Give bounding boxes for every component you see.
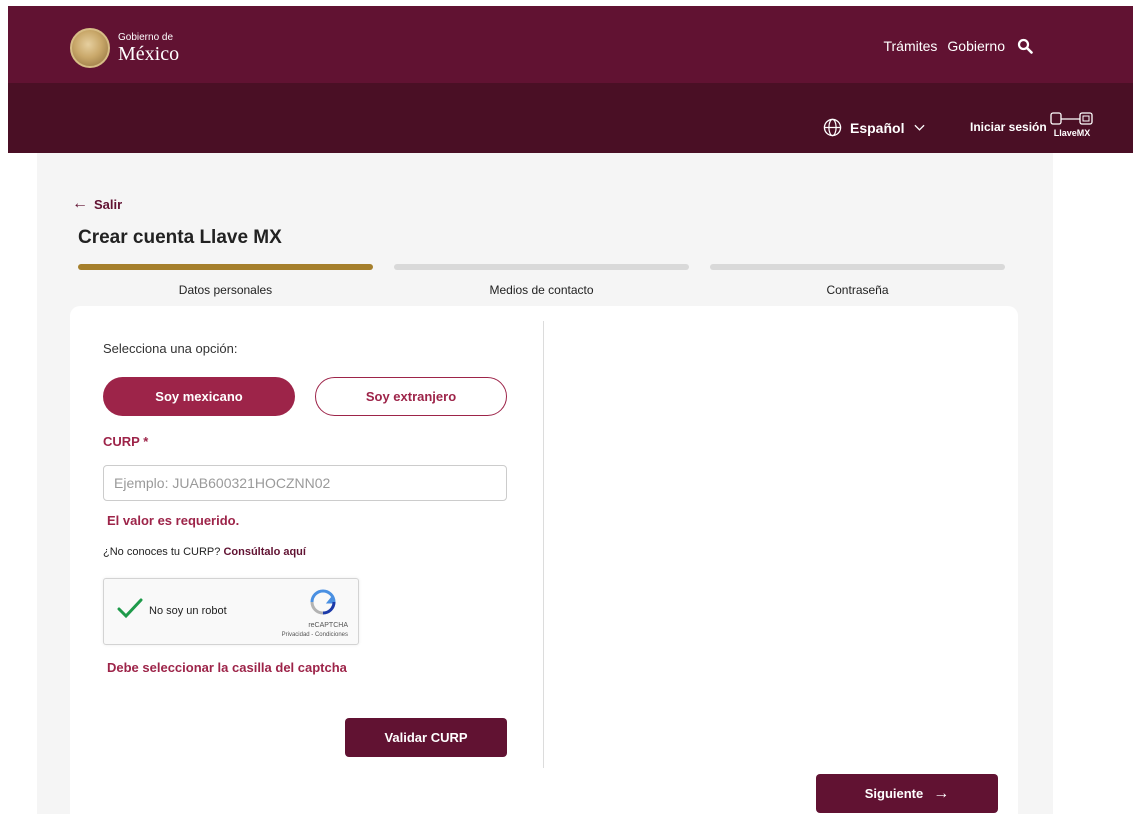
siguiente-button[interactable]: Siguiente →	[816, 774, 998, 813]
gobierno-logo[interactable]: Gobierno de México	[70, 28, 179, 68]
step-bar-2	[394, 264, 689, 270]
back-link[interactable]: ← Salir	[72, 195, 122, 213]
validar-curp-button[interactable]: Validar CURP	[345, 718, 507, 757]
checkmark-icon[interactable]	[117, 597, 143, 619]
soy-mexicano-button[interactable]: Soy mexicano	[103, 377, 295, 416]
language-label: Español	[850, 119, 905, 136]
search-icon[interactable]	[1017, 38, 1033, 54]
soy-extranjero-button[interactable]: Soy extranjero	[315, 377, 507, 416]
curp-error-message: El valor es requerido.	[107, 513, 240, 528]
form-card: Selecciona una opción: Soy mexicano Soy …	[70, 306, 1018, 814]
curp-help: ¿No conoces tu CURP? Consúltalo aquí	[103, 546, 306, 558]
step-label-datos: Datos personales	[178, 283, 273, 297]
llave-mx-logo[interactable]: LlaveMX	[1050, 112, 1094, 138]
recaptcha-terms[interactable]: Privacidad - Condiciones	[282, 632, 348, 638]
recaptcha-brand: reCAPTCHA	[308, 622, 348, 629]
login-link[interactable]: Iniciar sesión	[970, 120, 1047, 134]
national-seal-icon	[70, 28, 110, 68]
arrow-left-icon: ←	[72, 195, 88, 212]
consultalo-link[interactable]: Consúltalo aquí	[223, 546, 306, 558]
back-label: Salir	[94, 196, 123, 212]
select-option-label: Selecciona una opción:	[103, 341, 238, 356]
curp-input[interactable]	[103, 465, 507, 501]
recaptcha-widget: No soy un robot reCAPTCHA Privacidad - C…	[103, 578, 359, 645]
vertical-divider	[543, 321, 544, 768]
globe-icon	[823, 118, 842, 137]
step-bar-3	[710, 264, 1005, 270]
chevron-down-icon	[914, 124, 926, 131]
logo-big-text: México	[118, 42, 180, 65]
top-header: Gobierno de México Trámites Gobierno	[8, 6, 1133, 83]
step-label-contrasena: Contraseña	[826, 283, 889, 297]
llave-logo-text: LlaveMX	[1053, 128, 1091, 138]
sub-header: Español Iniciar sesión LlaveMX	[8, 83, 1133, 153]
logo-small-text: Gobierno de	[118, 31, 174, 43]
captcha-error-message: Debe seleccionar la casilla del captcha	[107, 660, 347, 675]
recaptcha-logo-icon	[310, 589, 336, 615]
curp-help-text: ¿No conoces tu CURP?	[103, 546, 221, 558]
arrow-right-icon: →	[933, 784, 950, 802]
step-label-contacto: Medios de contacto	[489, 283, 594, 297]
captcha-label: No soy un robot	[149, 605, 227, 617]
language-selector[interactable]: Español	[823, 118, 926, 137]
page-container: ← Salir Crear cuenta Llave MX Datos pers…	[37, 153, 1053, 814]
nav-tramites[interactable]: Trámites	[883, 38, 937, 54]
top-nav: Trámites Gobierno	[873, 38, 1033, 54]
siguiente-label: Siguiente	[864, 786, 924, 801]
page-title: Crear cuenta Llave MX	[78, 227, 282, 248]
step-bar-1	[78, 264, 373, 270]
key-icon	[1050, 112, 1093, 125]
curp-label: CURP *	[103, 434, 149, 449]
nav-gobierno[interactable]: Gobierno	[947, 38, 1005, 54]
